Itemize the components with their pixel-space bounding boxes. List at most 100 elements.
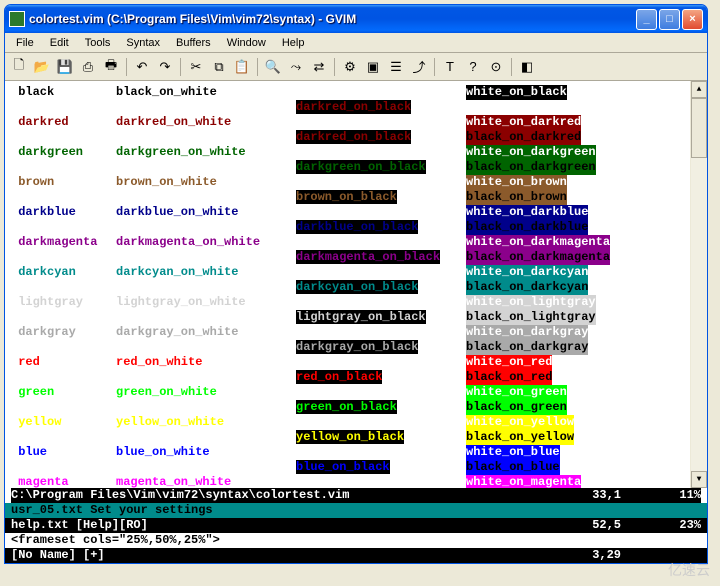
color-row-lightgray-alt: lightgray_on_blackblack_on_lightgray — [11, 310, 701, 325]
color-name: blue — [11, 445, 116, 460]
color-on-white: darkmagenta_on_white — [116, 235, 296, 250]
color-row-green-alt: green_on_blackblack_on_green — [11, 400, 701, 415]
color-row-black: blackblack_on_whitewhite_on_black — [11, 85, 701, 100]
color-row-darkgray: darkgraydarkgray_on_whitewhite_on_darkgr… — [11, 325, 701, 340]
color-name: lightgray — [11, 295, 116, 310]
maximize-button[interactable]: □ — [659, 9, 680, 30]
find-icon[interactable]: 🔍 — [263, 57, 283, 77]
color-on-white: darkblue_on_white — [116, 205, 296, 220]
redo-icon[interactable]: ↷ — [155, 57, 175, 77]
save-icon[interactable]: 💾 — [55, 57, 75, 77]
color-on-black: darkblue_on_black — [296, 220, 418, 234]
make-icon[interactable]: ⚙ — [340, 57, 360, 77]
color-row-darkcyan-alt: darkcyan_on_blackblack_on_darkcyan — [11, 280, 701, 295]
minimize-button[interactable]: _ — [636, 9, 657, 30]
color-on-black: darkmagenta_on_black — [296, 250, 440, 264]
status-noname: [No Name] [+] — [11, 548, 541, 563]
menu-tools[interactable]: Tools — [78, 35, 118, 51]
editor-area[interactable]: ▲ ▼ blackblack_on_whitewhite_on_blackdar… — [5, 81, 707, 488]
white-on-color: white_on_darkgray — [466, 325, 588, 340]
black-on-color: black_on_darkblue — [466, 220, 588, 235]
open-icon[interactable]: 📂 — [32, 57, 52, 77]
vim-icon — [9, 11, 25, 27]
menu-window[interactable]: Window — [220, 35, 273, 51]
paste-icon[interactable]: 📋 — [232, 57, 252, 77]
status-usr-txt: usr_05.txt Set your settings — [11, 503, 213, 518]
menu-file[interactable]: File — [9, 35, 41, 51]
color-name: darkgreen — [11, 145, 116, 160]
black-on-color: black_on_blue — [466, 460, 560, 475]
status-cursor-1: 33,1 — [541, 488, 641, 503]
toolbar-separator — [434, 58, 435, 76]
close-button[interactable]: × — [682, 9, 703, 30]
helpfind-icon[interactable]: ⊙ — [486, 57, 506, 77]
white-on-color: white_on_darkred — [466, 115, 581, 130]
color-on-white: magenta_on_white — [116, 475, 296, 488]
toolbar-separator — [334, 58, 335, 76]
color-on-black: blue_on_black — [296, 460, 390, 474]
color-on-white: black_on_white — [116, 85, 296, 100]
color-row-darkmagenta-alt: darkmagenta_on_blackblack_on_darkmagenta — [11, 250, 701, 265]
findnext-icon[interactable]: ⤳ — [286, 57, 306, 77]
replace-icon[interactable]: ⇄ — [309, 57, 329, 77]
status-file-path: C:\Program Files\Vim\vim72\syntax\colort… — [11, 488, 541, 503]
color-row-darkblue: darkbluedarkblue_on_whitewhite_on_darkbl… — [11, 205, 701, 220]
menu-buffers[interactable]: Buffers — [169, 35, 218, 51]
help-icon[interactable]: ? — [463, 57, 483, 77]
tagjump-icon[interactable]: ⤴ — [409, 57, 429, 77]
color-name: darkblue — [11, 205, 116, 220]
color-name: magenta — [11, 475, 116, 488]
gvim-window: colortest.vim (C:\Program Files\Vim\vim7… — [4, 4, 708, 564]
window-controls: _ □ × — [636, 9, 703, 30]
status-line-4: <frameset cols="25%,50%,25%"> — [5, 533, 707, 548]
black-on-color: black_on_darkred — [466, 130, 581, 145]
ctags-icon[interactable]: ☰ — [386, 57, 406, 77]
color-name: yellow — [11, 415, 116, 430]
color-on-white: lightgray_on_white — [116, 295, 296, 310]
new-icon[interactable]: 🗋 — [9, 57, 29, 77]
status-help-txt: help.txt [Help][RO] — [11, 518, 541, 533]
menu-edit[interactable]: Edit — [43, 35, 76, 51]
color-row-red: redred_on_whitewhite_on_red — [11, 355, 701, 370]
white-on-color: white_on_black — [466, 85, 567, 100]
white-on-color: white_on_brown — [466, 175, 567, 190]
white-on-color: white_on_lightgray — [466, 295, 596, 310]
color-on-black: green_on_black — [296, 400, 397, 414]
print-icon[interactable]: 🖶 — [101, 57, 121, 77]
color-row-magenta: magentamagenta_on_whitewhite_on_magenta — [11, 475, 701, 488]
color-name: red — [11, 355, 116, 370]
color-name: darkcyan — [11, 265, 116, 280]
color-row-yellow-alt: yellow_on_blackblack_on_yellow — [11, 430, 701, 445]
scroll-thumb[interactable] — [691, 98, 707, 158]
color-row-green: greengreen_on_whitewhite_on_green — [11, 385, 701, 400]
cut-icon[interactable]: ✂ — [186, 57, 206, 77]
script-icon[interactable]: T — [440, 57, 460, 77]
status-line-1: C:\Program Files\Vim\vim72\syntax\colort… — [5, 488, 707, 503]
scroll-up-button[interactable]: ▲ — [691, 81, 707, 98]
color-on-black: darkgreen_on_black — [296, 160, 426, 174]
minimize-icon[interactable]: ◧ — [517, 57, 537, 77]
shell-icon[interactable]: ▣ — [363, 57, 383, 77]
toolbar-separator — [511, 58, 512, 76]
color-row-yellow: yellowyellow_on_whitewhite_on_yellow — [11, 415, 701, 430]
titlebar[interactable]: colortest.vim (C:\Program Files\Vim\vim7… — [5, 5, 707, 33]
undo-icon[interactable]: ↶ — [132, 57, 152, 77]
saveall-icon[interactable]: ⎙ — [78, 57, 98, 77]
color-on-black: yellow_on_black — [296, 430, 404, 444]
scroll-down-button[interactable]: ▼ — [691, 471, 707, 488]
color-row-darkblue-alt: darkblue_on_black black_on_darkblue — [11, 220, 701, 235]
black-on-color: black_on_darkcyan — [466, 280, 588, 295]
color-row-darkgray-alt: darkgray_on_blackblack_on_darkgray — [11, 340, 701, 355]
menu-help[interactable]: Help — [275, 35, 312, 51]
copy-icon[interactable]: ⧉ — [209, 57, 229, 77]
window-title: colortest.vim (C:\Program Files\Vim\vim7… — [29, 12, 636, 26]
toolbar-separator — [180, 58, 181, 76]
white-on-color: white_on_yellow — [466, 415, 574, 430]
color-row-darkgreen-alt: darkgreen_on_black black_on_darkgreen — [11, 160, 701, 175]
menu-syntax[interactable]: Syntax — [119, 35, 167, 51]
color-row-darkred-alt: darkred_on_blackblack_on_darkred — [11, 130, 701, 145]
color-row-darkred: darkreddarkred_on_whitewhite_on_darkred — [11, 115, 701, 130]
color-on-white: red_on_white — [116, 355, 296, 370]
scrollbar[interactable]: ▲ ▼ — [690, 81, 707, 488]
black-on-color: black_on_darkgreen — [466, 160, 596, 175]
